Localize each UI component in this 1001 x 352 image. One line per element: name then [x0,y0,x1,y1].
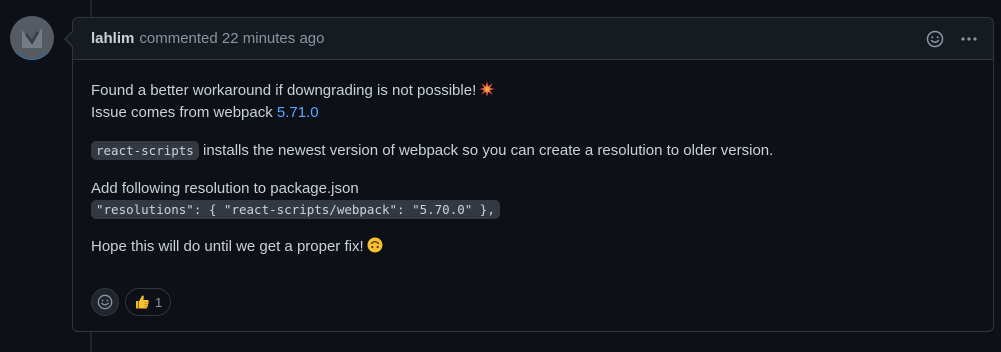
comment-body: Found a better workaround if downgrading… [73,60,993,258]
avatar[interactable] [10,16,54,60]
comment-box: lahlim commented 22 minutes ago Found a … [64,17,994,332]
smiley-icon [97,294,113,310]
paragraph-4-text: Hope this will do until we get a proper … [91,238,364,255]
body-line-2-prefix: Issue comes from webpack [91,104,277,121]
header-actions [925,18,979,60]
webpack-version-link[interactable]: 5.71.0 [277,104,319,121]
upside-down-face-emoji-icon [367,237,383,253]
avatar-image [10,16,54,60]
reaction-count: 1 [155,294,163,310]
paragraph-4: Hope this will do until we get a proper … [91,236,975,258]
inline-code-react-scripts: react-scripts [91,141,199,160]
comment-header: lahlim commented 22 minutes ago [73,18,993,60]
thumbs-up-emoji-icon [136,295,149,309]
inline-code-resolutions: "resolutions": { "react-scripts/webpack"… [91,200,500,219]
comment-timestamp[interactable]: commented 22 minutes ago [139,30,324,47]
timeline: lahlim commented 22 minutes ago Found a … [0,0,1001,352]
paragraph-3: Add following resolution to package.json… [91,178,975,220]
reactions-bar: 1 [91,288,172,316]
kebab-icon[interactable] [959,29,979,49]
reaction-thumbs-up-button[interactable]: 1 [125,288,172,316]
body-line-1: Found a better workaround if downgrading… [91,82,477,99]
add-reaction-button[interactable] [91,288,119,316]
paragraph-2-text: installs the newest version of webpack s… [198,142,774,159]
paragraph-3-line-1: Add following resolution to package.json [91,180,359,197]
collision-emoji-icon [479,81,495,97]
smiley-icon[interactable] [925,29,945,49]
author-link[interactable]: lahlim [91,30,134,47]
paragraph-2: react-scripts installs the newest versio… [91,140,975,162]
paragraph-1: Found a better workaround if downgrading… [91,80,975,124]
